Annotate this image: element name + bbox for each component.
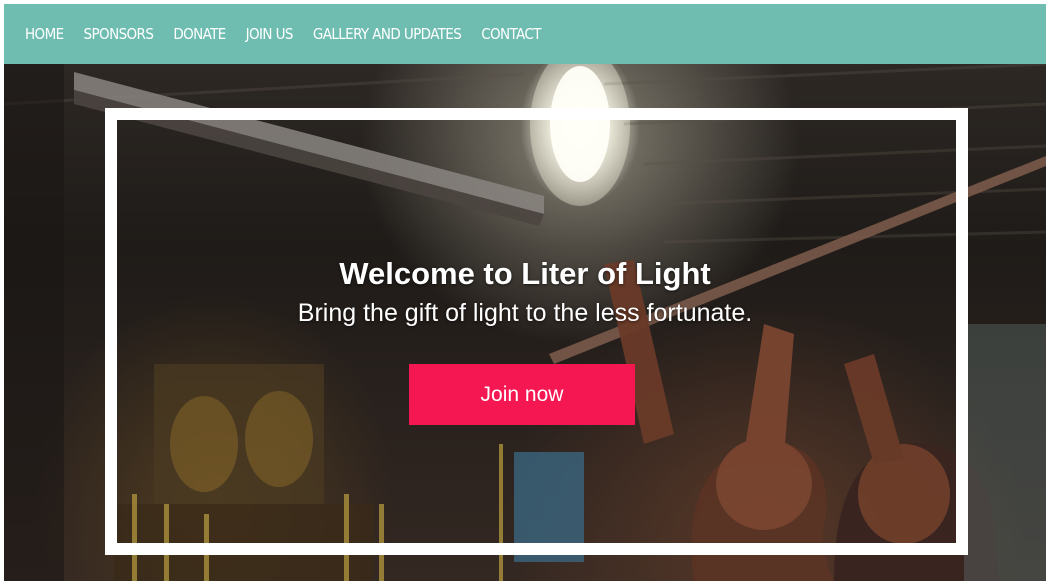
join-now-button[interactable]: Join now bbox=[409, 364, 635, 425]
page: HOME SPONSORS DONATE JOIN US GALLERY AND… bbox=[4, 4, 1046, 581]
nav-item-donate[interactable]: DONATE bbox=[173, 25, 226, 43]
nav-item-contact[interactable]: CONTACT bbox=[481, 25, 541, 43]
hero-section: Welcome to Liter of Light Bring the gift… bbox=[4, 64, 1046, 581]
top-navbar: HOME SPONSORS DONATE JOIN US GALLERY AND… bbox=[4, 4, 1046, 64]
nav-item-home[interactable]: HOME bbox=[25, 25, 64, 43]
hero-frame-border bbox=[105, 108, 968, 555]
nav-item-join-us[interactable]: JOIN US bbox=[246, 25, 294, 43]
hero-title: Welcome to Liter of Light bbox=[339, 256, 711, 291]
hero-subtitle: Bring the gift of light to the less fort… bbox=[297, 299, 753, 327]
nav-item-sponsors[interactable]: SPONSORS bbox=[84, 25, 154, 43]
nav-item-gallery-and-updates[interactable]: GALLERY AND UPDATES bbox=[313, 25, 462, 43]
